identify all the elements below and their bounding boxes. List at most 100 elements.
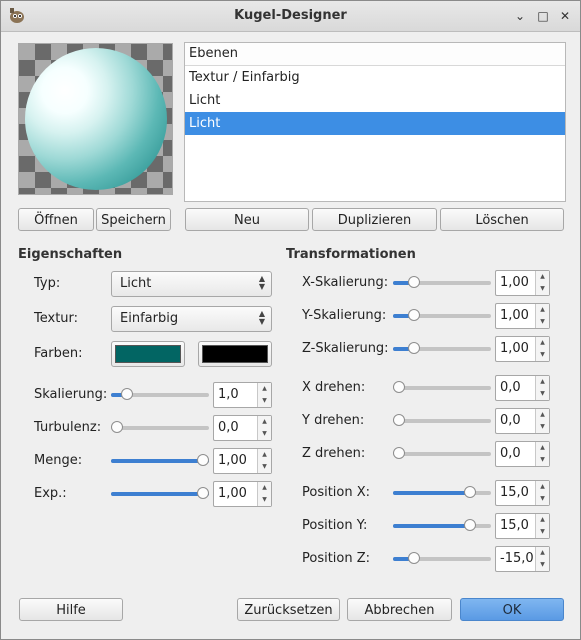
slider-track[interactable] <box>393 309 491 321</box>
combo-arrows-icon: ▲ ▼ <box>258 309 265 326</box>
slider-fill <box>393 491 474 495</box>
color2-button[interactable] <box>198 341 272 367</box>
properties-heading: Eigenschaften <box>18 247 123 262</box>
combo-arrows-icon: ▲ ▼ <box>258 274 265 291</box>
value-spinbox[interactable]: 0,0 ▲ ▼ <box>213 415 272 441</box>
spinbox-arrows-icon[interactable]: ▲ ▼ <box>535 304 549 328</box>
type-combo[interactable]: Licht ▲ ▼ <box>111 271 272 297</box>
color1-swatch <box>115 345 181 363</box>
minimize-icon[interactable]: ⌄ <box>513 9 527 23</box>
spinbox-value: 0,0 <box>500 413 521 428</box>
slider-label: X-Skalierung: <box>302 275 389 290</box>
slider-label: Position Z: <box>302 551 371 566</box>
spinbox-arrows-icon[interactable]: ▲ ▼ <box>257 416 271 440</box>
slider-handle[interactable] <box>463 486 476 498</box>
slider-label: Skalierung: <box>34 387 108 402</box>
slider-handle[interactable] <box>408 276 421 288</box>
spinbox-arrows-icon[interactable]: ▲ ▼ <box>535 481 549 505</box>
spinbox-value: 1,00 <box>218 486 247 501</box>
slider-track[interactable] <box>393 342 491 354</box>
slider-track[interactable] <box>393 381 491 393</box>
slider-handle[interactable] <box>121 388 134 400</box>
layer-item[interactable]: Licht <box>185 89 565 112</box>
slider-handle[interactable] <box>463 519 476 531</box>
value-spinbox[interactable]: 0,0 ▲ ▼ <box>495 408 550 434</box>
value-spinbox[interactable]: 1,00 ▲ ▼ <box>495 270 550 296</box>
save-button[interactable]: Speichern <box>96 208 171 231</box>
slider-handle[interactable] <box>111 421 123 433</box>
texture-combo[interactable]: Einfarbig ▲ ▼ <box>111 306 272 332</box>
spinbox-arrows-icon[interactable]: ▲ ▼ <box>535 514 549 538</box>
value-spinbox[interactable]: 1,0 ▲ ▼ <box>213 382 272 408</box>
value-spinbox[interactable]: 15,0 ▲ ▼ <box>495 513 550 539</box>
slider-track[interactable] <box>111 421 209 433</box>
spinbox-arrows-icon[interactable]: ▲ ▼ <box>535 337 549 361</box>
slider-fill <box>393 524 474 528</box>
spinbox-arrows-icon[interactable]: ▲ ▼ <box>535 547 549 571</box>
spinbox-value: 1,0 <box>218 387 239 402</box>
layer-item-selected[interactable]: Licht <box>185 112 565 135</box>
slider-track[interactable] <box>393 519 491 531</box>
cancel-button[interactable]: Abbrechen <box>347 598 452 621</box>
slider-label: Turbulenz: <box>34 420 102 435</box>
spinbox-arrows-icon[interactable]: ▲ ▼ <box>535 409 549 433</box>
maximize-icon[interactable]: □ <box>536 9 550 23</box>
slider-track[interactable] <box>111 454 209 466</box>
spinbox-arrows-icon[interactable]: ▲ ▼ <box>257 482 271 506</box>
value-spinbox[interactable]: 0,0 ▲ ▼ <box>495 441 550 467</box>
open-button[interactable]: Öffnen <box>18 208 94 231</box>
value-spinbox[interactable]: 1,00 ▲ ▼ <box>213 481 272 507</box>
help-button[interactable]: Hilfe <box>19 598 123 621</box>
slider-fill <box>111 492 209 496</box>
slider-label: Menge: <box>34 453 83 468</box>
spinbox-value: 1,00 <box>500 275 529 290</box>
slider-label: Z drehen: <box>302 446 366 461</box>
slider-label: X drehen: <box>302 380 366 395</box>
spinbox-arrows-icon[interactable]: ▲ ▼ <box>257 449 271 473</box>
slider-handle[interactable] <box>393 381 405 393</box>
delete-button[interactable]: Löschen <box>440 208 564 231</box>
slider-track[interactable] <box>111 487 209 499</box>
value-spinbox[interactable]: 0,0 ▲ ▼ <box>495 375 550 401</box>
slider-track[interactable] <box>393 552 491 564</box>
slider-handle[interactable] <box>393 447 405 459</box>
layers-header: Ebenen <box>185 43 565 66</box>
window-title: Kugel-Designer <box>234 8 347 23</box>
slider-handle[interactable] <box>393 414 405 426</box>
value-spinbox[interactable]: 1,00 ▲ ▼ <box>495 336 550 362</box>
close-icon[interactable]: ✕ <box>558 9 572 23</box>
slider-track[interactable] <box>393 486 491 498</box>
value-spinbox[interactable]: 1,00 ▲ ▼ <box>495 303 550 329</box>
value-spinbox[interactable]: 15,0 ▲ ▼ <box>495 480 550 506</box>
transformations-heading: Transformationen <box>286 247 416 262</box>
new-button[interactable]: Neu <box>185 208 309 231</box>
slider-handle[interactable] <box>408 342 421 354</box>
title-bar: Kugel-Designer ⌄ □ ✕ <box>1 1 580 32</box>
reset-button[interactable]: Zurücksetzen <box>237 598 340 621</box>
slider-track[interactable] <box>111 388 209 400</box>
spinbox-value: 1,00 <box>500 308 529 323</box>
spinbox-arrows-icon[interactable]: ▲ ▼ <box>257 383 271 407</box>
spinbox-value: 1,00 <box>500 341 529 356</box>
slider-handle[interactable] <box>408 552 421 564</box>
slider-label: Position X: <box>302 485 371 500</box>
spinbox-arrows-icon[interactable]: ▲ ▼ <box>535 271 549 295</box>
slider-track[interactable] <box>393 447 491 459</box>
type-value: Licht <box>120 276 152 291</box>
value-spinbox[interactable]: 1,00 ▲ ▼ <box>213 448 272 474</box>
spinbox-value: 0,0 <box>218 420 239 435</box>
sphere-preview <box>18 43 173 195</box>
slider-handle[interactable] <box>197 454 209 466</box>
spinbox-arrows-icon[interactable]: ▲ ▼ <box>535 376 549 400</box>
value-spinbox[interactable]: -15,0 ▲ ▼ <box>495 546 550 572</box>
duplicate-button[interactable]: Duplizieren <box>312 208 437 231</box>
layers-list[interactable]: Ebenen Textur / Einfarbig Licht Licht <box>184 42 566 202</box>
layer-item[interactable]: Textur / Einfarbig <box>185 66 565 89</box>
spinbox-arrows-icon[interactable]: ▲ ▼ <box>535 442 549 466</box>
color1-button[interactable] <box>111 341 185 367</box>
slider-track[interactable] <box>393 276 491 288</box>
ok-button[interactable]: OK <box>460 598 564 621</box>
slider-handle[interactable] <box>197 487 209 499</box>
slider-handle[interactable] <box>408 309 421 321</box>
slider-track[interactable] <box>393 414 491 426</box>
